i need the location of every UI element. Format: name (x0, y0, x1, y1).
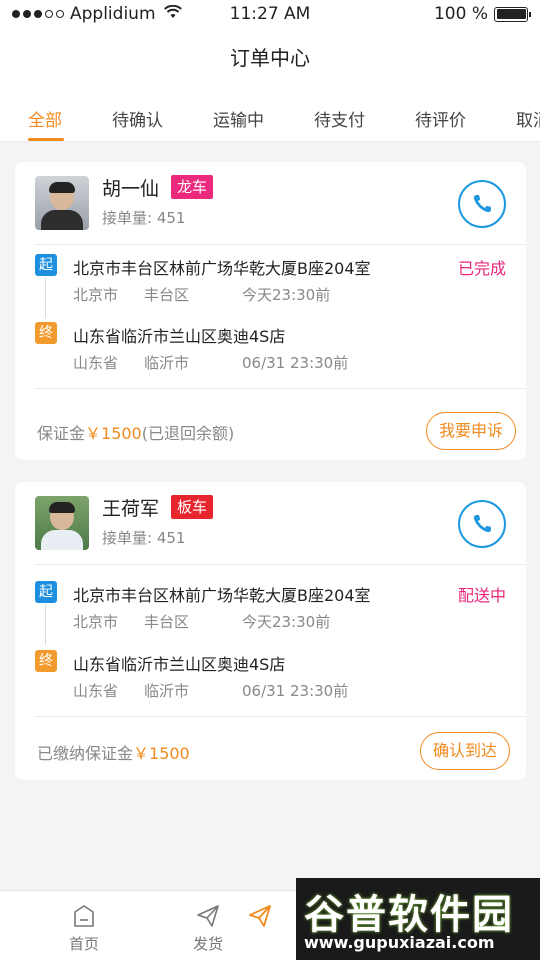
driver-name: 胡一仙 (102, 178, 160, 200)
order-count-value: 451 (156, 209, 186, 227)
nav-orders[interactable] (230, 901, 290, 931)
route-line (45, 278, 46, 318)
deposit-note: (已退回余额) (141, 424, 235, 443)
tab-pending-review[interactable]: 待评价 (415, 106, 466, 131)
deposit-amount: ￥1500 (133, 744, 190, 763)
nav-ship-label: 发货 (192, 935, 223, 953)
deposit-amount: ￥1500 (85, 424, 142, 443)
origin-badge: 起 (35, 254, 57, 276)
active-tab-indicator (28, 138, 64, 141)
send-active-icon (230, 901, 290, 931)
order-count-label: 接单量: (102, 209, 153, 227)
origin-district: 丰台区 (144, 613, 190, 631)
deposit-info: 已缴纳保证金￥1500 (37, 740, 190, 764)
order-status: 已完成 (457, 259, 506, 278)
send-icon (178, 901, 238, 931)
order-count: 接单量: 451 (102, 207, 185, 228)
battery-percent: 100 % (433, 4, 488, 24)
phone-icon (473, 195, 491, 213)
tab-all[interactable]: 全部 (28, 106, 62, 131)
vehicle-type-badge: 板车 (171, 495, 214, 519)
order-count-label: 接单量: (102, 529, 153, 547)
origin-address: 北京市丰台区林前广场华乾大厦B座204室 (73, 259, 371, 278)
page-title: 订单中心 (0, 30, 540, 90)
order-count-value: 451 (156, 529, 186, 547)
driver-name: 王荷军 (102, 498, 160, 520)
battery-icon (494, 6, 531, 22)
divider (35, 564, 526, 565)
deposit-label: 保证金 (37, 424, 86, 443)
watermark: 谷普软件园 www.gupuxiazai.com (296, 878, 540, 960)
phone-icon (473, 515, 491, 533)
nav-home[interactable]: 首页 (54, 901, 114, 954)
deposit-label: 已缴纳保证金 (37, 744, 134, 763)
nav-home-label: 首页 (68, 935, 99, 953)
pickup-time: 今天23:30前 (242, 613, 331, 631)
route-line (45, 605, 46, 645)
destination-address: 山东省临沂市兰山区奥迪4S店 (73, 655, 286, 674)
avatar (35, 176, 89, 230)
tab-pending-payment[interactable]: 待支付 (314, 106, 365, 131)
delivery-time: 06/31 23:30前 (242, 682, 349, 700)
order-card[interactable]: 王荷军 板车 接单量: 451 起 北京市丰台区林前广场华乾大厦B座204室 配… (15, 482, 526, 780)
pickup-time: 今天23:30前 (242, 286, 331, 304)
call-button[interactable] (458, 500, 506, 548)
order-status: 配送中 (457, 586, 506, 605)
tab-in-transit[interactable]: 运输中 (213, 106, 264, 131)
delivery-time: 06/31 23:30前 (242, 354, 349, 372)
confirm-arrival-button[interactable]: 确认到达 (419, 732, 510, 770)
deposit-info: 保证金￥1500(已退回余额) (37, 420, 234, 444)
destination-address: 山东省临沂市兰山区奥迪4S店 (73, 327, 286, 346)
origin-address: 北京市丰台区林前广场华乾大厦B座204室 (73, 586, 371, 605)
divider (35, 716, 526, 717)
watermark-title: 谷普软件园 (304, 892, 514, 938)
watermark-url: www.gupuxiazai.com (304, 933, 495, 952)
destination-city: 临沂市 (144, 354, 190, 372)
order-card[interactable]: 胡一仙 龙车 接单量: 451 起 北京市丰台区林前广场华乾大厦B座204室 已… (15, 162, 526, 460)
divider (35, 244, 526, 245)
origin-district: 丰台区 (144, 286, 190, 304)
vehicle-type-badge: 龙车 (171, 175, 214, 199)
divider (35, 388, 526, 389)
battery-group: 100 % (433, 4, 531, 24)
tab-cancelled[interactable]: 取消 (516, 106, 540, 131)
order-tabs: 全部 待确认 运输中 待支付 待评价 取消 (0, 90, 540, 142)
destination-badge: 终 (35, 650, 57, 672)
order-count: 接单量: 451 (102, 527, 185, 548)
destination-province: 山东省 (73, 682, 119, 700)
appeal-button[interactable]: 我要申诉 (425, 412, 516, 450)
destination-city: 临沂市 (144, 682, 190, 700)
nav-ship[interactable]: 发货 (178, 901, 238, 954)
origin-province: 北京市 (73, 613, 119, 631)
status-bar: Applidium 11:27 AM 100 % (0, 0, 540, 30)
origin-province: 北京市 (73, 286, 119, 304)
destination-badge: 终 (35, 322, 57, 344)
tab-pending-confirm[interactable]: 待确认 (112, 106, 163, 131)
call-button[interactable] (458, 180, 506, 228)
destination-province: 山东省 (73, 354, 119, 372)
avatar (35, 496, 89, 550)
home-icon (54, 901, 114, 931)
origin-badge: 起 (35, 581, 57, 603)
